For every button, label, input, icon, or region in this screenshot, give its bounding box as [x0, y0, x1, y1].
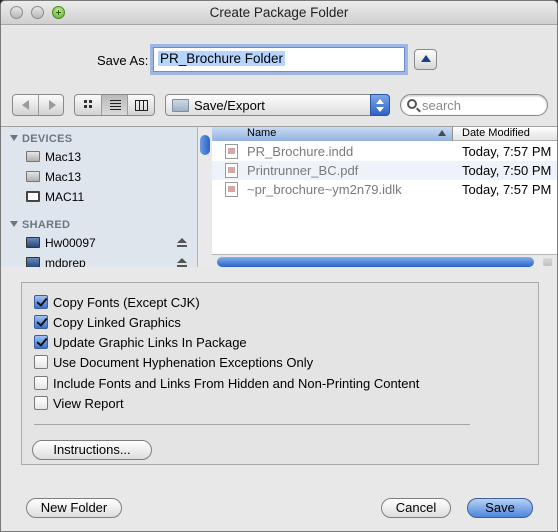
- option-include-hidden-content[interactable]: Include Fonts and Links From Hidden and …: [34, 376, 419, 392]
- option-hyphenation-exceptions[interactable]: Use Document Hyphenation Exceptions Only: [34, 355, 313, 371]
- sidebar-item-mac13-2[interactable]: Mac13: [26, 169, 81, 185]
- location-popup[interactable]: Save/Export: [165, 94, 390, 116]
- sidebar-scroll-thumb[interactable]: [200, 135, 210, 155]
- save-panel: Save As: PR_Brochure Folder Save/Export …: [1, 26, 557, 267]
- file-name: Printrunner_BC.pdf: [247, 163, 359, 178]
- back-forward-segment: [12, 94, 64, 116]
- imac-icon: [26, 257, 40, 267]
- hard-drive-icon: [26, 151, 40, 162]
- option-copy-linked-graphics[interactable]: Copy Linked Graphics: [34, 315, 181, 331]
- indesign-file-icon: [225, 144, 238, 159]
- sidebar-item-mdprep[interactable]: mdprep: [26, 255, 86, 267]
- file-row[interactable]: PR_Brochure.indd Today, 7:57 PM: [212, 142, 557, 161]
- save-as-value: PR_Brochure Folder: [158, 51, 286, 66]
- file-list: Name Date Modified PR_Brochure.indd Toda…: [212, 126, 557, 267]
- hard-drive-icon: [26, 171, 40, 182]
- file-row[interactable]: ~pr_brochure~ym2n79.idlk Today, 7:57 PM: [212, 180, 557, 199]
- divider: [34, 424, 470, 425]
- lock-file-icon: [225, 182, 238, 197]
- search-icon: [407, 99, 417, 109]
- file-date: Today, 7:57 PM: [462, 144, 552, 159]
- popup-arrows-icon: [370, 94, 390, 116]
- sort-ascending-icon: [438, 130, 446, 136]
- sidebar-item-hw00097[interactable]: Hw00097: [26, 235, 96, 251]
- checkbox-checked[interactable]: [34, 335, 48, 349]
- eject-icon[interactable]: [177, 258, 188, 267]
- forward-arrow-icon[interactable]: [39, 95, 64, 115]
- collapse-browser-button[interactable]: [414, 49, 437, 70]
- sidebar-scrollbar[interactable]: [197, 126, 212, 267]
- folder-icon: [172, 99, 189, 112]
- new-folder-button[interactable]: New Folder: [26, 498, 122, 518]
- eject-icon[interactable]: [177, 238, 188, 248]
- file-date: Today, 7:57 PM: [462, 182, 552, 197]
- option-update-graphic-links[interactable]: Update Graphic Links In Package: [34, 335, 247, 351]
- sidebar-item-mac11[interactable]: MAC11: [26, 189, 84, 205]
- disclosure-triangle-icon: [10, 135, 18, 141]
- create-package-folder-dialog: Create Package Folder Save As: PR_Brochu…: [0, 0, 558, 532]
- network-computer-icon: [26, 191, 40, 202]
- search-placeholder: search: [422, 98, 462, 113]
- scroll-arrows-icon[interactable]: [543, 258, 552, 266]
- save-as-label: Save As:: [97, 53, 149, 68]
- sidebar-shared-header[interactable]: SHARED: [10, 219, 70, 231]
- view-mode-segment: [74, 94, 155, 116]
- list-view-icon[interactable]: [101, 95, 129, 115]
- cancel-button[interactable]: Cancel: [381, 498, 451, 518]
- save-button[interactable]: Save: [467, 498, 533, 518]
- horizontal-scrollbar[interactable]: [212, 254, 557, 267]
- instructions-button[interactable]: Instructions...: [32, 440, 152, 460]
- column-view-icon[interactable]: [128, 95, 154, 115]
- option-copy-fonts[interactable]: Copy Fonts (Except CJK): [34, 295, 200, 311]
- option-view-report[interactable]: View Report: [34, 396, 124, 412]
- sidebar: DEVICES Mac13 Mac13 MAC11 SHARED Hw00097…: [1, 126, 197, 267]
- checkbox-unchecked[interactable]: [34, 376, 48, 390]
- checkbox-unchecked[interactable]: [34, 355, 48, 369]
- location-label: Save/Export: [194, 98, 265, 113]
- pdf-file-icon: [225, 163, 238, 178]
- name-column-header[interactable]: Name: [212, 127, 453, 141]
- file-date: Today, 7:50 PM: [462, 163, 552, 178]
- icon-view-icon[interactable]: [75, 95, 102, 115]
- checkbox-unchecked[interactable]: [34, 396, 48, 410]
- file-name: ~pr_brochure~ym2n79.idlk: [247, 182, 402, 197]
- window-title: Create Package Folder: [209, 5, 349, 20]
- back-arrow-icon[interactable]: [13, 95, 39, 115]
- imac-icon: [26, 237, 40, 248]
- disclosure-triangle-icon: [10, 221, 18, 227]
- save-as-input[interactable]: PR_Brochure Folder: [153, 47, 405, 72]
- column-header: Name Date Modified: [212, 127, 557, 141]
- date-column-header[interactable]: Date Modified: [462, 127, 530, 140]
- file-row[interactable]: Printrunner_BC.pdf Today, 7:50 PM: [212, 161, 557, 180]
- checkbox-checked[interactable]: [34, 315, 48, 329]
- checkbox-checked[interactable]: [34, 295, 48, 309]
- package-options-panel: Copy Fonts (Except CJK) Copy Linked Grap…: [21, 282, 539, 465]
- horizontal-scroll-thumb[interactable]: [217, 257, 534, 267]
- file-name: PR_Brochure.indd: [247, 144, 354, 159]
- sidebar-devices-header[interactable]: DEVICES: [10, 133, 72, 145]
- sidebar-item-mac13[interactable]: Mac13: [26, 149, 81, 165]
- title-bar: Create Package Folder: [1, 1, 557, 25]
- search-input[interactable]: search: [400, 94, 548, 116]
